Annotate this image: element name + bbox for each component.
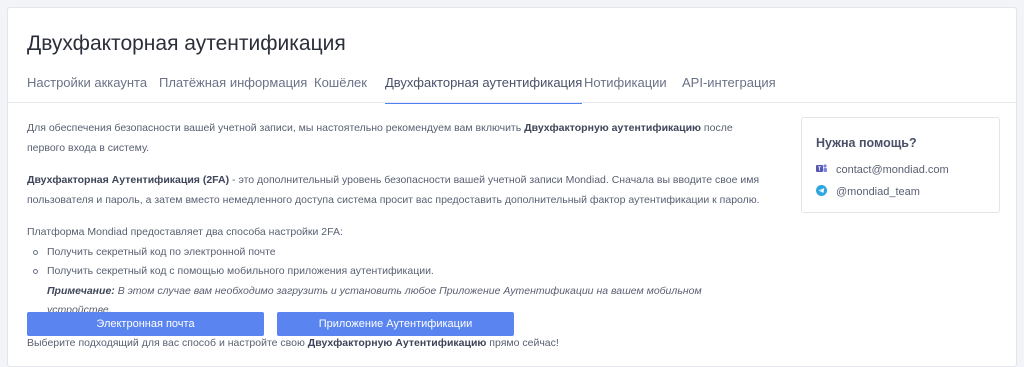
intro-bold: Двухфакторную аутентификацию [524,122,702,134]
help-email-row[interactable]: T contact@mondiad.com [816,163,949,176]
teams-icon: T [816,163,827,174]
bullet-icon [33,269,38,274]
methods-block: Платформа Mondiad предоставляет два спос… [27,223,767,321]
tabs-divider [8,102,1016,103]
methods-list: Получить секретный код по электронной по… [27,243,767,282]
page-title: Двухфакторная аутентификация [27,32,346,55]
tab-two-factor[interactable]: Двухфакторная аутентификация [385,75,583,104]
choose-paragraph: Выберите подходящий для вас способ и нас… [27,334,767,354]
methods-intro: Платформа Mondiad предоставляет два спос… [27,226,343,238]
app-method-button[interactable]: Приложение Аутентификации [277,312,514,336]
tabs-bar: Настройки аккаунта Платёжная информация … [27,70,1016,104]
help-email[interactable]: contact@mondiad.com [836,164,949,176]
tab-notifications[interactable]: Нотификации [584,75,667,103]
method-app-text: Получить секретный код с помощью мобильн… [47,265,434,277]
intro-paragraph: Для обеспечения безопасности вашей учетн… [27,119,767,158]
help-title: Нужна помощь? [816,136,917,150]
choose-text: Выберите подходящий для вас способ и нас… [27,336,308,349]
settings-card: Двухфакторная аутентификация Настройки а… [7,7,1017,367]
help-telegram-row[interactable]: @mondiad_team [816,185,920,198]
twofa-bold: Двухфакторная Аутентификация (2FA) [27,174,230,186]
tab-billing[interactable]: Платёжная информация [159,75,307,103]
tab-wallet[interactable]: Кошёлек [314,75,367,103]
list-item: Получить секретный код с помощью мобильн… [30,262,767,282]
tab-account-settings[interactable]: Настройки аккаунта [27,75,147,103]
twofa-paragraph: Двухфакторная Аутентификация (2FA) - это… [27,171,767,210]
intro-text: Для обеспечения безопасности вашей учетн… [27,122,525,134]
help-box: Нужна помощь? T contact@mondiad.com @mon… [801,117,1000,213]
list-item: Получить секретный код по электронной по… [30,243,767,263]
help-telegram[interactable]: @mondiad_team [836,186,920,198]
method-email-text: Получить секретный код по электронной по… [47,245,276,258]
choose-text-end: прямо сейчас! [486,336,559,349]
choose-bold: Двухфакторную Аутентификацию [307,336,487,349]
tab-api[interactable]: API-интеграция [682,75,776,103]
email-method-button[interactable]: Электронная почта [27,312,264,336]
note-label: Примечание: [47,284,115,297]
bullet-icon [33,249,38,255]
telegram-icon [816,185,827,196]
